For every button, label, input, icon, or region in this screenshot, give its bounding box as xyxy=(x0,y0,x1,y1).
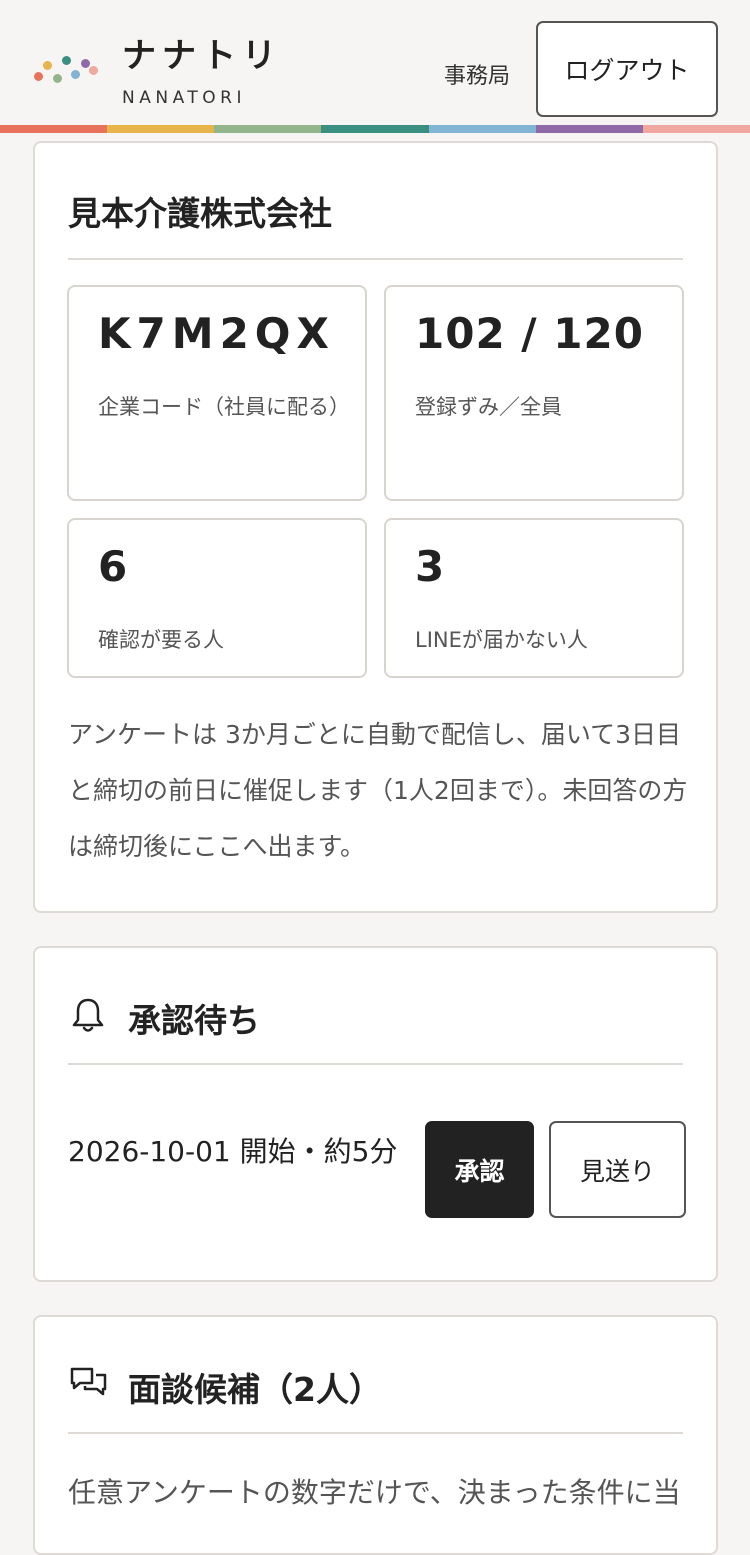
logout-button[interactable]: ログアウト xyxy=(536,21,718,117)
logo-subtitle: NANATORI xyxy=(122,88,246,108)
survey-note: アンケートは 3か月ごとに自動で配信し、届いて3日目と締切の前日に催促します（1… xyxy=(68,720,688,861)
stat-needs-check: 6 確認が要る人 xyxy=(67,518,367,678)
company-name: 見本介護株式会社 xyxy=(68,194,332,233)
user-role: 事務局 xyxy=(444,64,511,89)
divider xyxy=(68,258,683,260)
company-card: 見本介護株式会社 K7M2QX 企業コード（社員に配る） 102 / 120 登… xyxy=(33,141,718,913)
interview-candidates-card: 面談候補（2人） 任意アンケートの数字だけで、決まった条件に当 xyxy=(33,1315,718,1555)
interview-title: 面談候補（2人） xyxy=(128,1370,382,1409)
app-header: ナナトリ NANATORI 事務局 ログアウト xyxy=(0,0,750,125)
bell-icon xyxy=(72,998,104,1032)
approval-card: 承認待ち 2026-10-01 開始・約5分 承認 見送り xyxy=(33,946,718,1282)
needs-check-value: 6 xyxy=(98,542,129,591)
stat-company-code: K7M2QX 企業コード（社員に配る） xyxy=(67,285,367,501)
line-unreachable-value: 3 xyxy=(415,542,446,591)
registered-value: 102 / 120 xyxy=(415,309,644,358)
interview-description: 任意アンケートの数字だけで、決まった条件に当 xyxy=(68,1476,681,1509)
divider xyxy=(68,1063,683,1065)
skip-button[interactable]: 見送り xyxy=(549,1121,686,1218)
logo-mark xyxy=(30,52,102,86)
pending-survey-item: 2026-10-01 開始・約5分 xyxy=(68,1135,398,1168)
line-unreachable-label: LINEが届かない人 xyxy=(415,628,588,652)
stat-registered: 102 / 120 登録ずみ／全員 xyxy=(384,285,684,501)
stat-line-unreachable: 3 LINEが届かない人 xyxy=(384,518,684,678)
brand-stripe xyxy=(0,125,750,133)
approval-title: 承認待ち xyxy=(128,1001,260,1040)
needs-check-label: 確認が要る人 xyxy=(98,628,224,652)
company-code-value: K7M2QX xyxy=(98,309,335,358)
chat-bubbles-icon xyxy=(70,1367,107,1396)
divider xyxy=(68,1432,683,1434)
company-code-label: 企業コード（社員に配る） xyxy=(98,395,350,419)
logo-title: ナナトリ xyxy=(122,36,282,76)
registered-label: 登録ずみ／全員 xyxy=(415,395,562,419)
approve-button[interactable]: 承認 xyxy=(425,1121,534,1218)
